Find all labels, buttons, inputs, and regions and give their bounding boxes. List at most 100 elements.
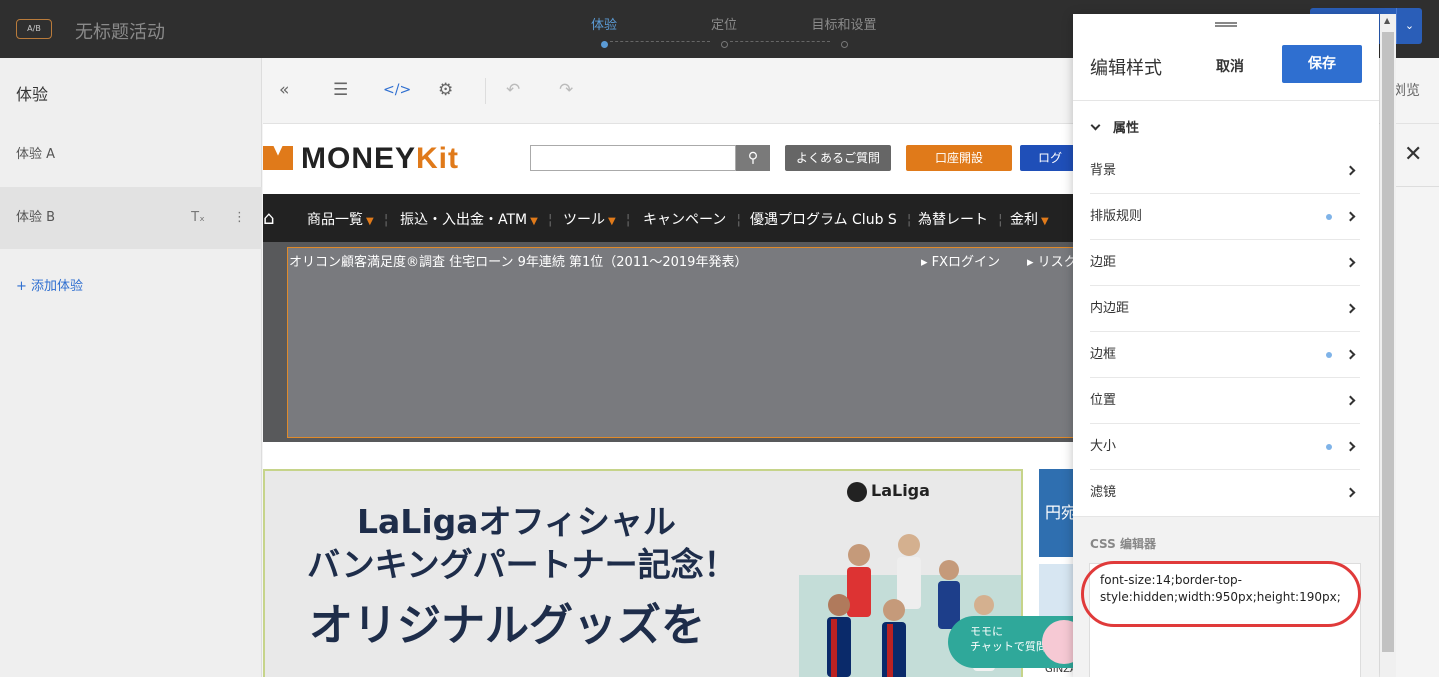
scrollbar-thumb[interactable] <box>1382 32 1394 652</box>
more-options-icon[interactable]: ⋮ <box>233 210 246 225</box>
open-account-button[interactable]: 口座開設 <box>906 145 1012 171</box>
login-button[interactable]: ログ <box>1020 145 1073 171</box>
search-icon[interactable]: ⚲ <box>736 145 770 171</box>
chevron-down-icon[interactable]: ⌄ <box>1396 8 1422 44</box>
nav-item[interactable]: キャンペーン ¦ <box>643 209 741 229</box>
site-logo[interactable]: MONEYKit <box>301 142 459 176</box>
nav-separator: ¦ <box>625 212 631 228</box>
prop-padding[interactable]: 内边距 <box>1090 286 1360 332</box>
prop-size[interactable]: 大小 <box>1090 424 1360 470</box>
scroll-up-icon[interactable]: ▲ <box>1384 16 1390 25</box>
faq-button[interactable]: よくあるご質問 <box>785 145 891 171</box>
website-preview: MONEYKit ⚲ よくあるご質問 口座開設 ログ ⌂ 商品一覧 ▼ ¦ 振込・入… <box>263 124 1073 677</box>
variant-item-b[interactable]: 体验 B Tₓ ⋮ <box>0 187 262 249</box>
prop-label: 排版规则 <box>1090 209 1143 224</box>
chat-button[interactable]: モモに チャットで質問 <box>948 616 1073 668</box>
nav-item[interactable]: 商品一覧 ▼ ¦ <box>307 209 388 229</box>
info-text[interactable]: オリコン顧客満足度®調査 住宅ローン 9年連続 第1位（2011～2019年発表… <box>289 251 747 270</box>
variant-label: 体验 B <box>16 210 56 225</box>
nav-separator: ¦ <box>736 212 742 228</box>
prop-position[interactable]: 位置 <box>1090 378 1360 424</box>
chevron-down-icon <box>1090 120 1101 131</box>
step-dot <box>840 41 848 48</box>
annotation-highlight <box>1081 561 1361 627</box>
step-experience[interactable]: 体验 <box>564 14 644 48</box>
step-indicator: 体验 定位 目标和设置 <box>570 14 880 48</box>
toolbar-divider <box>485 78 486 104</box>
clear-format-icon[interactable]: Tₓ <box>191 210 205 225</box>
nav-separator: ¦ <box>906 212 912 228</box>
redo-icon[interactable]: ↷ <box>559 80 573 100</box>
prop-label: 边距 <box>1090 255 1117 270</box>
prop-label: 滤镜 <box>1090 485 1117 500</box>
chevron-right-icon <box>1345 257 1356 268</box>
selected-element-outline[interactable] <box>287 247 1073 438</box>
nav-item[interactable]: 振込・入出金・ATM ▼ ¦ <box>400 209 553 229</box>
step-label: 体验 <box>590 18 617 33</box>
prop-label: 背景 <box>1090 163 1117 178</box>
chevron-right-icon <box>1345 349 1356 360</box>
nav-item[interactable]: 優遇プログラム Club S ¦ <box>750 209 912 229</box>
nav-separator: ¦ <box>998 212 1003 228</box>
sidebar-heading: 体验 <box>16 85 49 104</box>
nav-label: キャンペーン <box>643 212 727 228</box>
modified-indicator <box>1326 214 1332 220</box>
prop-label: 内边距 <box>1090 301 1130 316</box>
nav-separator: ¦ <box>383 212 389 228</box>
add-variant-button[interactable]: + 添加体验 <box>16 275 83 294</box>
divider <box>1073 100 1379 101</box>
panel-title: 编辑样式 <box>1090 58 1162 79</box>
side-promo[interactable]: 円宛 <box>1039 469 1073 557</box>
fx-login-link[interactable]: ▸ FXログイン <box>921 251 1000 270</box>
code-icon[interactable]: </> <box>383 82 411 98</box>
layers-icon[interactable]: ☰ <box>333 80 348 100</box>
step-targeting[interactable]: 定位 <box>684 14 764 48</box>
dropdown-arrow-icon: ▼ <box>1041 216 1049 227</box>
chat-text: モモに チャットで質問 <box>970 625 1047 653</box>
close-icon[interactable]: ✕ <box>1404 142 1422 167</box>
link-label: リスク <box>1037 255 1073 270</box>
logo-text: MONEY <box>301 142 417 175</box>
chevron-right-icon <box>1345 395 1356 406</box>
drag-handle-icon[interactable] <box>1215 22 1237 27</box>
modified-indicator <box>1326 444 1332 450</box>
prop-background[interactable]: 背景 <box>1090 148 1360 194</box>
step-label: 目标和设置 <box>811 18 877 33</box>
chevron-right-icon <box>1345 441 1356 452</box>
promo-banner[interactable]: LaLigaオフィシャル バンキングパートナー記念！ オリジナルグッズを LaL… <box>263 469 1023 677</box>
nav-item[interactable]: ツール ▼ ¦ <box>563 209 630 229</box>
nav-label: 優遇プログラム Club S <box>750 212 897 228</box>
nav-separator: ¦ <box>547 212 553 228</box>
prop-margin[interactable]: 边距 <box>1090 240 1360 286</box>
preview-label[interactable]: 浏览 <box>1392 80 1420 100</box>
nav-item[interactable]: 為替レート ¦ <box>918 209 1003 229</box>
laliga-logo: LaLiga <box>847 481 930 502</box>
step-dot <box>600 41 608 48</box>
activity-title[interactable]: 无标题活动 <box>75 18 165 44</box>
risk-link[interactable]: ▸ リスク <box>1027 251 1073 270</box>
prop-filter[interactable]: 滤镜 <box>1090 470 1360 516</box>
undo-icon[interactable]: ↶ <box>506 80 520 100</box>
laliga-ball-icon <box>847 481 867 502</box>
dropdown-arrow-icon: ▼ <box>608 216 616 227</box>
nav-item[interactable]: 金利 ▼ <box>1010 209 1049 229</box>
collapse-icon[interactable]: « <box>279 80 289 100</box>
step-goals[interactable]: 目标和设置 <box>804 14 884 48</box>
site-search-input[interactable] <box>530 145 736 171</box>
prop-label: 位置 <box>1090 393 1117 408</box>
logo-text-accent: Kit <box>416 142 460 175</box>
nav-label: ツール <box>563 212 605 228</box>
cancel-button[interactable]: 取消 <box>1216 56 1244 76</box>
link-arrow-icon: ▸ <box>921 255 932 270</box>
panel-scrollbar[interactable]: ▲ <box>1380 14 1396 677</box>
save-button[interactable]: 保存 <box>1282 45 1362 83</box>
prop-border[interactable]: 边框 <box>1090 332 1360 378</box>
properties-section-toggle[interactable]: 属性 <box>1090 117 1139 136</box>
settings-icon[interactable]: ⚙ <box>438 80 453 100</box>
step-dot <box>720 41 728 48</box>
prop-typography[interactable]: 排版规则 <box>1090 194 1360 240</box>
side-promo-text: 円宛 <box>1045 503 1073 522</box>
variant-item-a[interactable]: 体验 A <box>0 124 262 186</box>
moneykit-logo-icon <box>263 146 293 170</box>
home-icon[interactable]: ⌂ <box>263 208 274 229</box>
